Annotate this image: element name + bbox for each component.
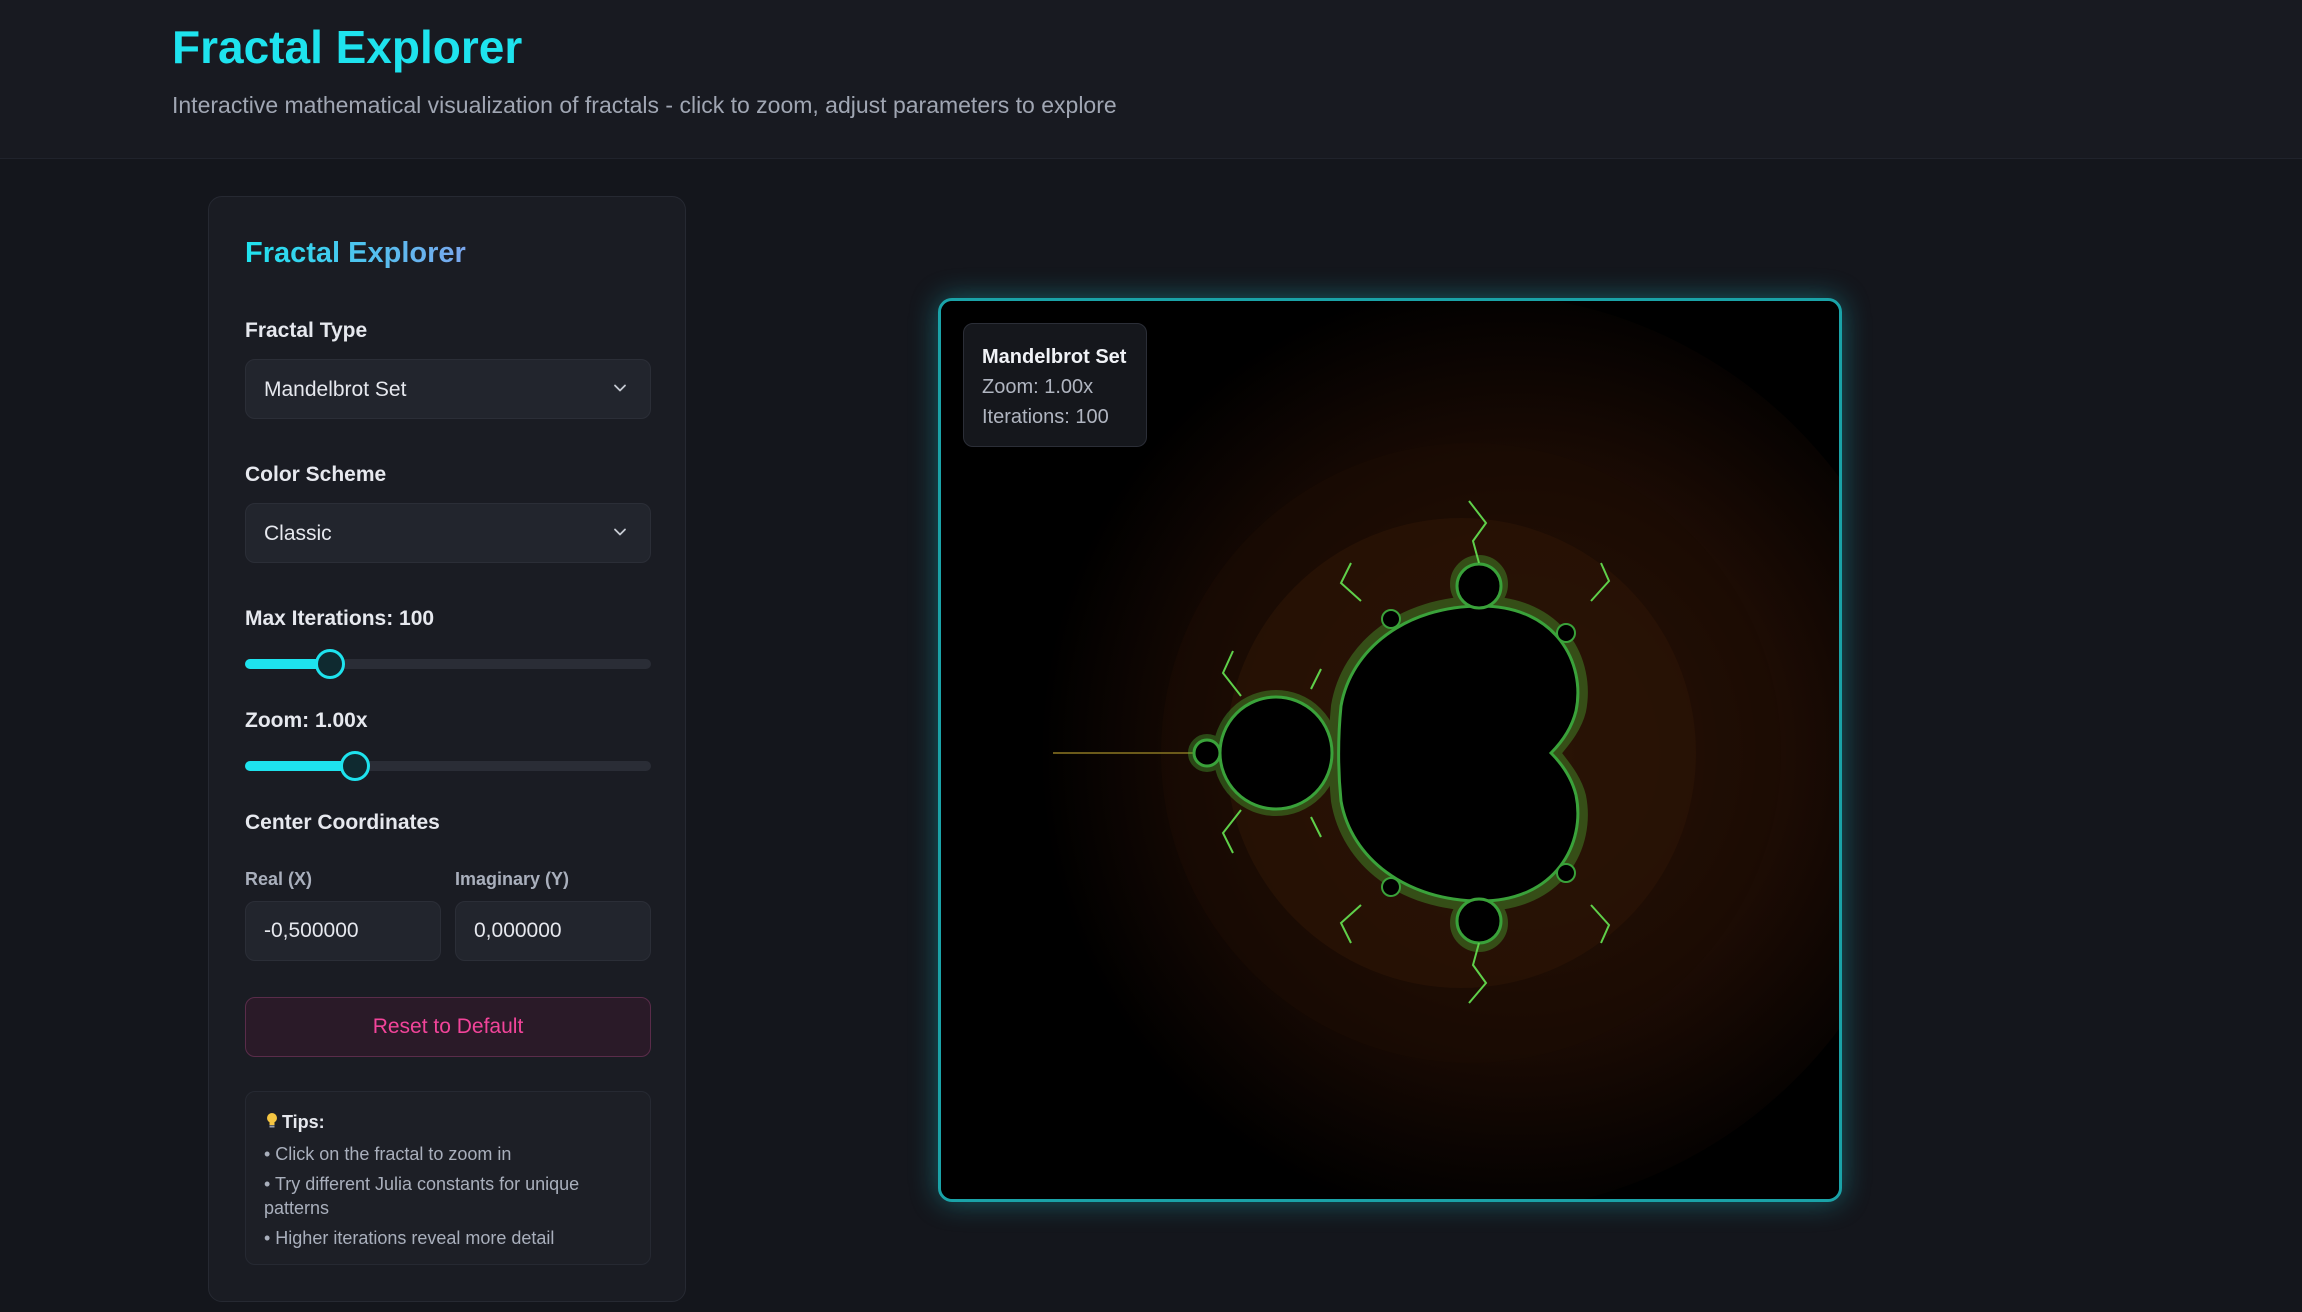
tip-item: • Click on the fractal to zoom in [264, 1144, 512, 1164]
controls-panel: Fractal Explorer Fractal Type Mandelbrot… [208, 196, 686, 1302]
imaginary-y-input[interactable] [455, 901, 651, 961]
max-iterations-slider[interactable] [245, 649, 651, 679]
zoom-thumb[interactable] [339, 751, 370, 781]
tip-item: • Try different Julia constants for uniq… [264, 1174, 580, 1218]
center-coordinates-label: Center Coordinates [245, 811, 440, 834]
fractal-info-zoom: Zoom: 1.00x [982, 376, 1094, 398]
max-iterations-label: Max Iterations: 100 [245, 607, 435, 630]
real-x-label: Real (X) [245, 869, 313, 889]
real-x-input[interactable] [245, 901, 441, 961]
lightbulb-icon [267, 1113, 277, 1128]
fractal-info-title: Mandelbrot Set [982, 346, 1127, 368]
tip-item: • Higher iterations reveal more detail [264, 1228, 555, 1248]
chevron-down-icon [614, 528, 626, 536]
tips-box: Tips: • Click on the fractal to zoom in … [245, 1091, 651, 1265]
fractal-info-iterations: Iterations: 100 [982, 406, 1109, 428]
reset-button[interactable]: Reset to Default [245, 997, 651, 1057]
app-subtitle: Interactive mathematical visualization o… [172, 92, 1117, 118]
fractal-info-overlay: Mandelbrot Set Zoom: 1.00x Iterations: 1… [963, 323, 1147, 447]
fractal-type-select[interactable]: Mandelbrot Set [245, 359, 651, 419]
app-header: Fractal Explorer Interactive mathematica… [0, 0, 2302, 159]
max-iterations-thumb[interactable] [315, 649, 346, 679]
color-scheme-select[interactable]: Classic [245, 503, 651, 563]
zoom-slider[interactable] [245, 751, 651, 781]
fractal-canvas[interactable]: Mandelbrot Set Zoom: 1.00x Iterations: 1… [938, 298, 1842, 1202]
panel-title: Fractal Explorer [245, 237, 466, 269]
imaginary-y-label: Imaginary (Y) [455, 869, 570, 889]
app-title: Fractal Explorer [172, 21, 523, 73]
color-scheme-label: Color Scheme [245, 463, 387, 486]
fractal-type-value: Mandelbrot Set [264, 378, 407, 401]
color-scheme-value: Classic [264, 522, 332, 545]
fractal-type-label: Fractal Type [245, 319, 368, 342]
chevron-down-icon [614, 384, 626, 392]
zoom-label: Zoom: 1.00x [245, 709, 368, 732]
tips-title: Tips: [282, 1112, 325, 1132]
zoom-fill [245, 761, 355, 771]
